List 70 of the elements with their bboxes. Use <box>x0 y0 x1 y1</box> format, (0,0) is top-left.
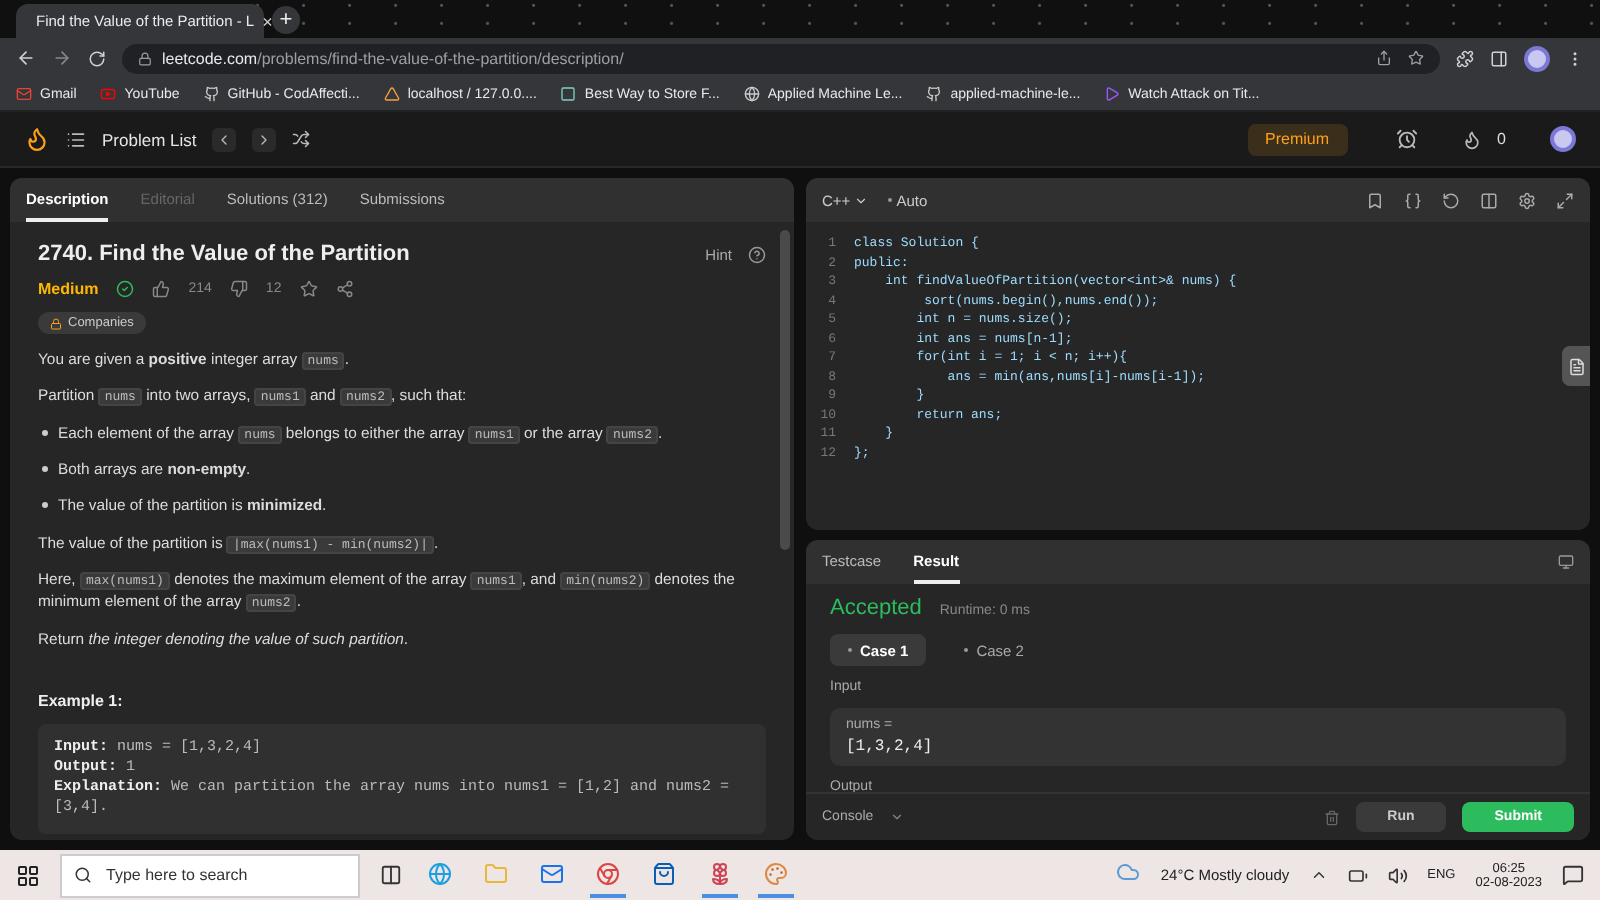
problem-title: 2740. Find the Value of the Partition <box>38 242 410 266</box>
play-icon <box>1104 86 1121 102</box>
globe-icon <box>743 86 760 102</box>
settings-icon[interactable] <box>1518 191 1536 209</box>
side-panel-icon[interactable] <box>1490 49 1508 67</box>
difficulty-label: Medium <box>38 280 99 298</box>
braces-icon[interactable] <box>1404 191 1422 209</box>
search-field[interactable]: Type here to search <box>60 853 360 897</box>
panel-icon[interactable] <box>1558 554 1574 570</box>
square-icon <box>560 86 577 102</box>
reset-icon[interactable] <box>1442 191 1460 209</box>
mail-icon <box>16 86 32 102</box>
share-icon[interactable] <box>335 280 354 298</box>
bookmark-icon[interactable] <box>1366 191 1384 209</box>
next-button[interactable] <box>252 127 277 151</box>
star-icon[interactable] <box>299 280 318 298</box>
user-avatar[interactable] <box>1550 126 1576 152</box>
share-icon[interactable] <box>1376 50 1392 66</box>
logo-icon <box>24 126 50 152</box>
shuffle-icon[interactable] <box>292 130 311 148</box>
thumbs-up-icon[interactable] <box>152 280 171 298</box>
list-icon <box>66 129 86 149</box>
document-icon <box>1567 357 1585 375</box>
notification-icon[interactable] <box>1562 864 1584 886</box>
previous-button[interactable] <box>212 127 237 151</box>
lock-icon <box>50 317 62 329</box>
play-icon <box>100 86 117 102</box>
back-icon[interactable] <box>16 48 36 68</box>
search-icon <box>74 865 92 883</box>
profile-avatar[interactable] <box>1524 45 1550 71</box>
battery-icon[interactable] <box>1347 865 1368 885</box>
info-icon[interactable] <box>748 245 766 263</box>
mail-icon <box>540 861 564 885</box>
trash-icon[interactable] <box>1323 809 1340 825</box>
cloud-icon <box>1116 859 1141 883</box>
chrome-icon <box>596 861 620 885</box>
reload-icon[interactable] <box>88 49 106 67</box>
streak-count: 0 <box>1497 130 1506 148</box>
thumbs-down-icon[interactable] <box>229 280 248 298</box>
lock-icon <box>138 51 152 65</box>
task-view-icon[interactable] <box>380 864 402 886</box>
chevron-up-icon[interactable] <box>1309 866 1328 884</box>
expand-icon[interactable] <box>1556 191 1574 209</box>
tab-close-button[interactable]: × <box>262 11 273 31</box>
volume-icon[interactable] <box>1387 865 1408 885</box>
puzzle-icon[interactable] <box>1456 49 1474 67</box>
bag-icon <box>652 861 676 885</box>
premium-button[interactable]: Premium <box>1247 123 1348 155</box>
example-heading: Example 1: <box>38 692 125 710</box>
flower-icon <box>708 861 732 885</box>
layout-icon[interactable] <box>1480 191 1498 209</box>
chevron-down-icon <box>854 193 869 207</box>
flame-icon <box>1461 129 1482 149</box>
address-bar[interactable]: leetcode.com/problems/find-the-value-of-the-partition/description/ <box>122 43 1440 73</box>
star-icon[interactable] <box>1408 50 1424 66</box>
windows-icon[interactable] <box>16 863 40 887</box>
notes-button[interactable] <box>1562 346 1590 386</box>
cat-icon <box>203 86 220 102</box>
cat-icon <box>926 86 943 102</box>
folder-icon <box>484 861 508 885</box>
problem-list-link[interactable]: Problem List <box>102 129 197 149</box>
triangle-icon <box>383 86 400 102</box>
alarm-icon[interactable] <box>1395 128 1418 150</box>
new-tab-button[interactable]: + <box>272 6 300 34</box>
globe-icon <box>428 861 452 885</box>
forward-icon[interactable] <box>52 48 72 68</box>
chevron-down-icon[interactable] <box>889 810 904 824</box>
scrollbar[interactable] <box>780 230 790 550</box>
status-text: Accepted <box>830 596 922 620</box>
palette-icon <box>764 861 788 885</box>
